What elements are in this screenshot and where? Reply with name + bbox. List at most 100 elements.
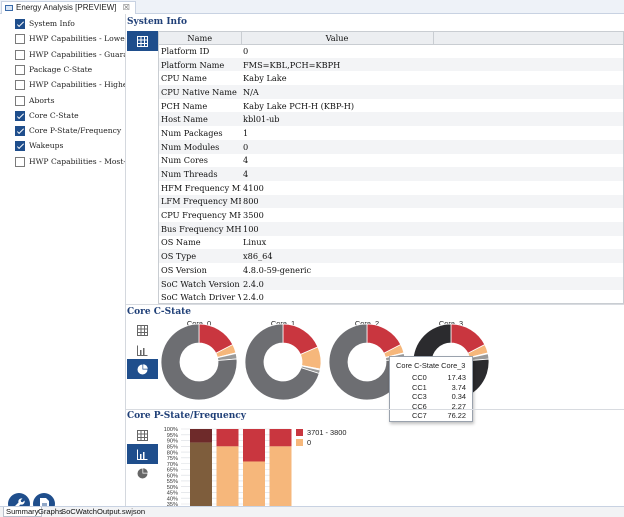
checklist-item[interactable]: HWP Capabilities - Guaranteed- bbox=[15, 48, 125, 62]
checkbox[interactable] bbox=[15, 141, 25, 152]
tooltip-key: CC1 bbox=[412, 382, 427, 392]
checklist-item[interactable]: Core P-State/Frequency bbox=[15, 124, 125, 138]
system-info-table-view-button[interactable] bbox=[127, 31, 158, 51]
checklist-item[interactable]: Package C-State bbox=[15, 63, 125, 77]
checklist-item-label: Wakeups bbox=[29, 141, 64, 151]
energy-analysis-icon bbox=[5, 5, 13, 11]
name-column-header[interactable]: Name bbox=[159, 32, 242, 45]
name-cell: OS Type bbox=[159, 249, 241, 263]
value-cell: kbl01-ub bbox=[241, 112, 433, 127]
checklist-item[interactable]: Wakeups bbox=[15, 139, 125, 153]
bar-segment-top[interactable] bbox=[243, 429, 265, 462]
name-cell: Bus Frequency MHz bbox=[159, 221, 241, 236]
table-row[interactable]: OS Version 4.8.0-59-generic bbox=[159, 263, 623, 277]
pstate-title: Core P-State/Frequency bbox=[127, 411, 246, 421]
empty-cell bbox=[433, 112, 623, 127]
bar-segment-top[interactable] bbox=[190, 429, 212, 443]
bar-chart-icon bbox=[137, 345, 148, 356]
table-row[interactable]: OS Type x86_64 bbox=[159, 249, 623, 263]
bar-segment-top[interactable] bbox=[269, 429, 292, 447]
table-row[interactable]: Bus Frequency MHz 100 bbox=[159, 221, 623, 236]
checkbox[interactable] bbox=[15, 19, 25, 29]
bar-segment-top[interactable] bbox=[216, 429, 239, 447]
tooltip-key: CC0 bbox=[412, 373, 427, 382]
pstate-bar-chart[interactable]: 100%95%90%85%80%75%70%65%60%55%50%45%40%… bbox=[160, 426, 292, 506]
value-column-header[interactable]: Value bbox=[241, 32, 434, 45]
empty-cell bbox=[433, 263, 623, 277]
cstate-table-view-button[interactable] bbox=[127, 320, 158, 340]
cstate-bar-view-button[interactable] bbox=[127, 340, 158, 360]
checklist-item[interactable]: HWP Capabilities - Highest-Perf bbox=[15, 78, 125, 92]
checklist-item-label: Package C-State bbox=[29, 64, 93, 74]
table-row[interactable]: LFM Frequency MHz 800 bbox=[159, 194, 623, 209]
table-row[interactable]: SoC Watch Driver Ver...2.4.0 bbox=[159, 290, 623, 303]
checkbox[interactable] bbox=[15, 80, 25, 91]
table-row[interactable]: CPU Native Name N/A bbox=[159, 85, 623, 99]
table-row[interactable]: OS Name Linux bbox=[159, 236, 623, 250]
checkbox[interactable] bbox=[15, 49, 25, 60]
bar-segment-bottom[interactable] bbox=[269, 446, 292, 506]
empty-cell bbox=[433, 276, 623, 291]
table-row[interactable]: SoC Watch Version 2.4.0 bbox=[159, 276, 623, 291]
table-row[interactable]: Host Name kbl01-ub bbox=[159, 112, 623, 127]
table-row[interactable]: Num Cores 4 bbox=[159, 154, 623, 168]
name-cell: OS Name bbox=[161, 237, 201, 248]
name-cell: SoC Watch Version bbox=[159, 276, 241, 291]
table-row[interactable]: Num Packages 1 bbox=[159, 126, 623, 140]
checklist-item[interactable]: Aborts bbox=[15, 94, 125, 108]
checkbox[interactable] bbox=[15, 64, 25, 75]
tooltip-row: CC3 0.34 bbox=[412, 392, 466, 402]
value-cell: Kaby Lake PCH-H (KBP-H) bbox=[243, 100, 355, 111]
value-cell: 3500 bbox=[243, 210, 264, 221]
bar-segment-bottom[interactable] bbox=[216, 446, 239, 506]
table-row[interactable]: HFM Frequency MHz4100 bbox=[159, 181, 623, 195]
table-row[interactable]: Num Modules 0 bbox=[159, 139, 623, 154]
checklist-item-label: HWP Capabilities - Highest-Perf bbox=[29, 80, 125, 90]
table-row[interactable]: CPU Name Kaby Lake bbox=[159, 71, 623, 85]
value-cell: 4100 bbox=[243, 182, 264, 193]
empty-cell bbox=[433, 208, 623, 222]
bar-segment-bottom[interactable] bbox=[190, 442, 212, 506]
energy-analysis-tab[interactable]: Energy Analysis [PREVIEW] ☒ bbox=[1, 1, 136, 14]
legend-item[interactable]: 0 bbox=[296, 438, 311, 447]
legend-item[interactable]: 3701 - 3800 bbox=[296, 428, 346, 437]
tooltip-row: CC7 76.22 bbox=[412, 411, 466, 421]
value-cell: 800 bbox=[241, 194, 433, 209]
tooltip-value: 3.74 bbox=[451, 382, 466, 392]
pstate-bar-view-button[interactable] bbox=[127, 444, 158, 464]
bar-segment-bottom[interactable] bbox=[243, 461, 265, 506]
empty-cell bbox=[433, 290, 623, 303]
pstate-table-view-button[interactable] bbox=[127, 425, 158, 445]
checkbox[interactable] bbox=[15, 95, 25, 106]
cstate-pie-view-button[interactable] bbox=[127, 359, 158, 379]
checklist-item-label: Aborts bbox=[29, 95, 55, 105]
system-info-table[interactable]: Name Value Platform ID 0 Platform Name FMS=… bbox=[158, 31, 624, 304]
checklist-item[interactable]: HWP Capabilities - Lowest-Perf bbox=[15, 32, 125, 46]
name-cell: LFM Frequency MHz bbox=[159, 194, 241, 209]
value-cell: x86_64 bbox=[241, 249, 433, 263]
pstate-pie-view-button[interactable] bbox=[127, 463, 158, 483]
close-icon[interactable]: ☒ bbox=[123, 3, 130, 12]
checkbox[interactable] bbox=[15, 156, 25, 167]
checklist-item[interactable]: System Info bbox=[15, 17, 125, 31]
table-header-row: Name Value bbox=[159, 32, 623, 45]
table-row[interactable]: Platform Name FMS=KBL,PCH=KBPH bbox=[159, 57, 623, 72]
table-row[interactable]: Num Threads 4 bbox=[159, 167, 623, 181]
table-row[interactable]: PCH Name Kaby Lake PCH-H (KBP-H) bbox=[159, 99, 623, 113]
value-cell: 100 bbox=[241, 221, 433, 236]
checkbox[interactable] bbox=[15, 110, 25, 121]
checkbox[interactable] bbox=[15, 34, 25, 45]
value-cell: 4.8.0-59-generic bbox=[243, 264, 312, 275]
checklist-item[interactable]: HWP Capabilities - Most-Efficie bbox=[15, 155, 125, 169]
value-cell: Kaby Lake bbox=[243, 73, 287, 84]
table-row[interactable]: Platform ID 0 bbox=[159, 44, 623, 58]
cstate-tooltip: Core C-State Core_3 CC0 17.43 CC1 3.74 CC3 0.… bbox=[389, 356, 473, 422]
name-cell: OS Version bbox=[161, 264, 207, 275]
value-cell: 0 bbox=[243, 46, 249, 57]
pie-chart-icon bbox=[137, 467, 148, 478]
checkbox[interactable] bbox=[15, 126, 25, 137]
checklist-item[interactable]: Core C-State bbox=[15, 109, 125, 123]
table-row[interactable]: CPU Frequency MHz 3500 bbox=[159, 208, 623, 222]
tab-socwatch-output[interactable]: SoCWatchOutput.swjson bbox=[59, 507, 147, 517]
value-cell: N/A bbox=[241, 85, 433, 99]
